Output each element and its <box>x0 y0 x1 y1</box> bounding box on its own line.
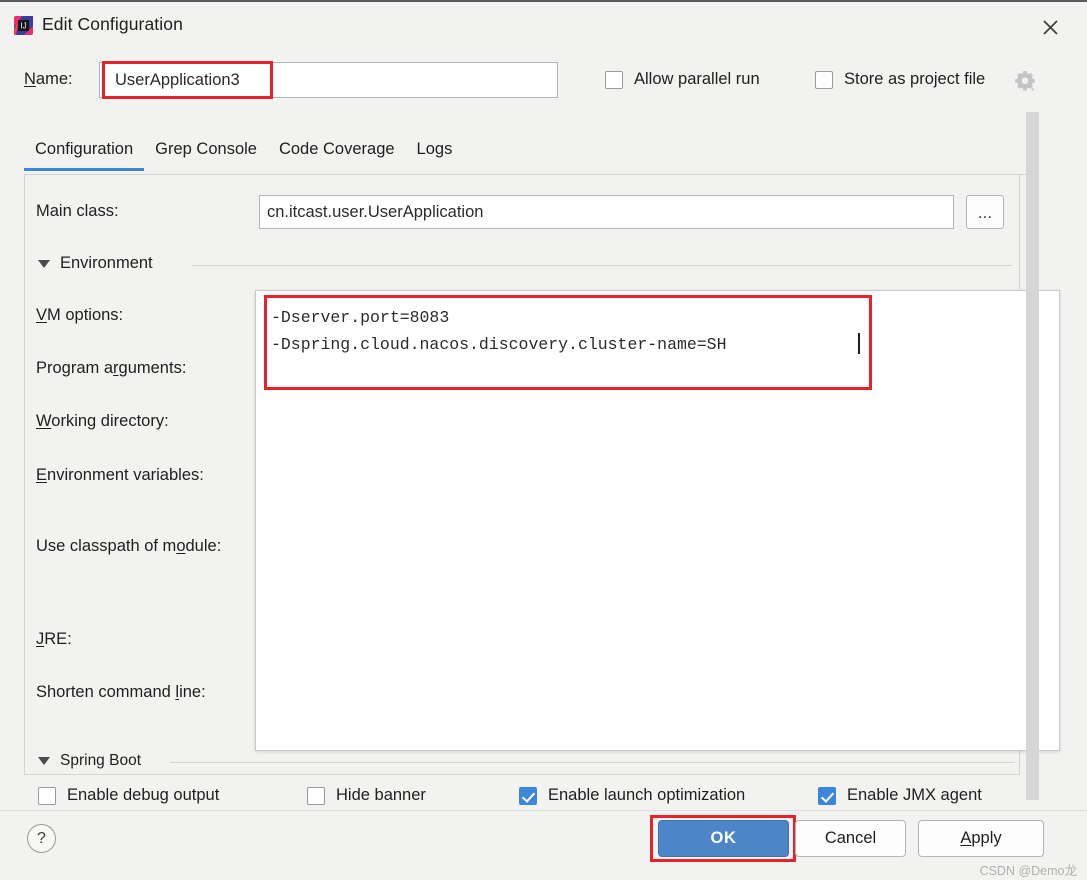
hide-banner-label: Hide banner <box>336 786 426 804</box>
gear-settings-icon[interactable] <box>1014 69 1038 93</box>
vm-options-expanded-editor[interactable] <box>255 290 1060 751</box>
main-class-label: Main class: <box>36 202 119 220</box>
content-panel-bottom-divider <box>24 774 1020 775</box>
name-label: Name: <box>24 70 73 88</box>
spring-boot-group-title: Spring Boot <box>60 752 141 769</box>
intellij-idea-icon: IJ <box>13 15 34 36</box>
use-classpath-of-module-label: Use classpath of module: <box>36 537 222 555</box>
ok-button[interactable]: OK <box>658 820 789 857</box>
cancel-button[interactable]: Cancel <box>795 820 906 857</box>
tab-logs[interactable]: Logs <box>406 140 464 171</box>
chevron-down-icon[interactable] <box>38 259 50 268</box>
environment-group-title: Environment <box>60 254 153 272</box>
name-input-wrapper[interactable] <box>99 62 558 98</box>
checkbox-box[interactable] <box>818 786 836 805</box>
svg-text:IJ: IJ <box>20 22 26 31</box>
tab-grep-console-label: Grep Console <box>155 140 257 158</box>
checkbox-box[interactable] <box>519 786 537 805</box>
main-class-input[interactable] <box>260 196 953 228</box>
tab-grep-console[interactable]: Grep Console <box>144 140 268 171</box>
spring-boot-group-divider <box>170 762 1015 763</box>
enable-launch-optimization-label: Enable launch optimization <box>548 786 746 804</box>
dialog-title: Edit Configuration <box>42 14 183 34</box>
watermark: CSDN @Demo龙 <box>979 864 1077 878</box>
footer-divider <box>0 810 1087 811</box>
help-button[interactable]: ? <box>27 824 56 853</box>
checkbox-box[interactable] <box>307 786 325 805</box>
tab-bar: Configuration Grep Console Code Coverage… <box>24 140 463 171</box>
tab-configuration[interactable]: Configuration <box>24 140 145 171</box>
enable-jmx-agent-checkbox[interactable]: Enable JMX agent <box>818 786 982 805</box>
tab-logs-label: Logs <box>416 140 453 158</box>
working-directory-label: Working directory: <box>36 412 169 430</box>
apply-button[interactable]: Apply <box>918 820 1044 857</box>
main-class-browse-button[interactable]: ... <box>966 195 1004 229</box>
text-caret <box>858 333 860 354</box>
store-as-project-file-checkbox[interactable]: Store as project file <box>815 70 985 89</box>
allow-parallel-run-label: Allow parallel run <box>634 70 760 88</box>
store-as-project-file-label: Store as project file <box>844 70 986 88</box>
hide-banner-checkbox[interactable]: Hide banner <box>307 786 426 805</box>
enable-launch-optimization-checkbox[interactable]: Enable launch optimization <box>519 786 745 805</box>
spring-boot-group-header[interactable]: Spring Boot <box>38 752 141 770</box>
checkbox-box[interactable] <box>815 70 833 89</box>
enable-jmx-agent-label: Enable JMX agent <box>847 786 982 804</box>
edit-configuration-dialog: IJ Edit Configuration Name: Allow parall… <box>0 0 1087 880</box>
environment-group-divider <box>192 265 1012 266</box>
tab-code-coverage-label: Code Coverage <box>278 140 395 158</box>
enable-debug-output-checkbox[interactable]: Enable debug output <box>38 786 219 805</box>
enable-debug-output-label: Enable debug output <box>67 786 220 804</box>
vm-options-text[interactable]: -Dserver.port=8083 -Dspring.cloud.nacos.… <box>271 304 861 358</box>
environment-variables-label: Environment variables: <box>36 466 204 484</box>
dialog-titlebar: IJ Edit Configuration <box>0 4 1087 48</box>
main-class-input-wrapper[interactable] <box>259 195 954 229</box>
tab-code-coverage[interactable]: Code Coverage <box>268 140 406 171</box>
close-icon[interactable] <box>1037 14 1063 40</box>
name-input[interactable] <box>100 63 557 97</box>
chevron-down-icon[interactable] <box>38 757 50 765</box>
shorten-command-line-label: Shorten command line: <box>36 683 206 701</box>
jre-label: JRE: <box>36 630 72 648</box>
environment-group-header[interactable]: Environment <box>38 254 153 273</box>
vm-options-label: VM options: <box>36 306 124 324</box>
checkbox-box[interactable] <box>605 70 623 89</box>
tab-configuration-label: Configuration <box>35 140 134 158</box>
allow-parallel-run-checkbox[interactable]: Allow parallel run <box>605 70 760 89</box>
vertical-scrollbar-thumb[interactable] <box>1026 112 1039 800</box>
checkbox-box[interactable] <box>38 786 56 805</box>
program-arguments-label: Program arguments: <box>36 359 187 377</box>
